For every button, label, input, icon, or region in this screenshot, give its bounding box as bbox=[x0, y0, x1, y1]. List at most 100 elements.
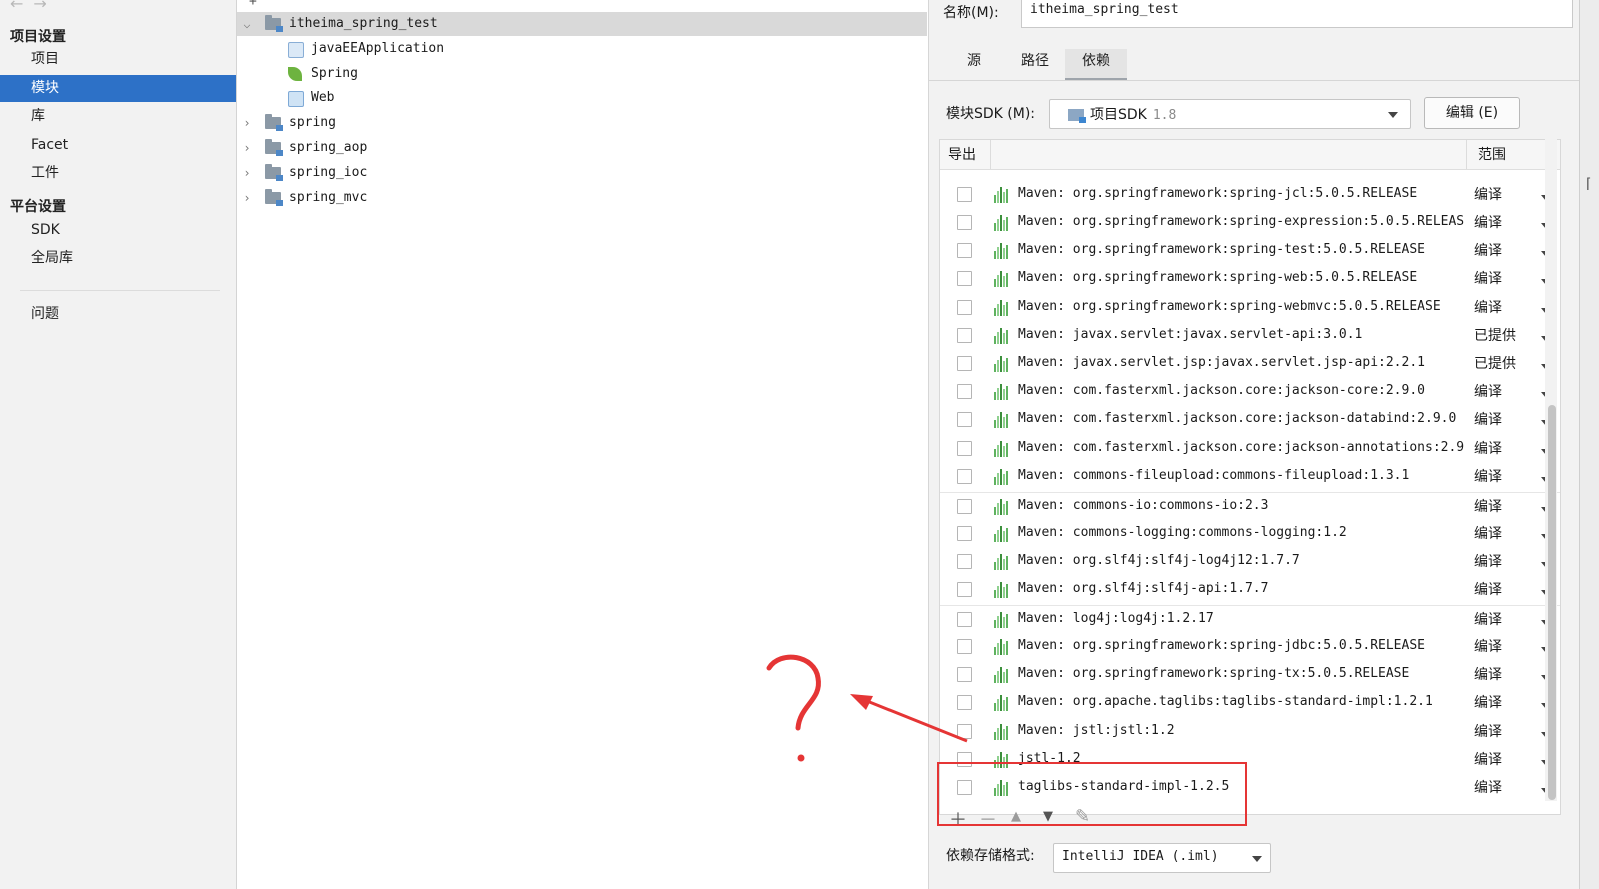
export-checkbox[interactable] bbox=[957, 356, 972, 371]
sidebar-item-artifacts[interactable]: 工件 bbox=[0, 160, 236, 187]
export-checkbox[interactable] bbox=[957, 724, 972, 739]
export-checkbox[interactable] bbox=[957, 469, 972, 484]
export-checkbox[interactable] bbox=[957, 612, 972, 627]
table-scrollbar-thumb[interactable] bbox=[1548, 405, 1556, 800]
chevron-down-icon[interactable] bbox=[1252, 856, 1262, 862]
dependency-scope[interactable]: 编译 bbox=[1474, 297, 1502, 317]
tree-row-javaee-application[interactable]: javaEEApplication bbox=[237, 37, 927, 61]
table-row[interactable]: Maven: log4j:log4j:1.2.17 编译 bbox=[940, 605, 1560, 634]
table-row[interactable]: Maven: javax.servlet:javax.servlet-api:3… bbox=[940, 322, 1560, 350]
table-row[interactable]: Maven: com.fasterxml.jackson.core:jackso… bbox=[940, 435, 1560, 463]
table-row[interactable]: Maven: jstl:jstl:1.2 编译 bbox=[940, 718, 1560, 746]
export-checkbox[interactable] bbox=[957, 526, 972, 541]
export-checkbox[interactable] bbox=[957, 554, 972, 569]
sidebar-item-modules[interactable]: 模块 bbox=[0, 75, 236, 102]
dependency-scope[interactable]: 编译 bbox=[1474, 609, 1502, 629]
tab-paths[interactable]: 路径 bbox=[1009, 49, 1061, 81]
dependency-scope[interactable]: 编译 bbox=[1474, 749, 1502, 769]
dependency-scope[interactable]: 编译 bbox=[1474, 240, 1502, 260]
export-checkbox[interactable] bbox=[957, 328, 972, 343]
export-checkbox[interactable] bbox=[957, 187, 972, 202]
tree-row-spring-aop[interactable]: › spring_aop bbox=[237, 136, 927, 160]
dependency-scope[interactable]: 编译 bbox=[1474, 409, 1502, 429]
dependency-scope[interactable]: 编译 bbox=[1474, 636, 1502, 656]
tree-row-spring-ioc[interactable]: › spring_ioc bbox=[237, 161, 927, 185]
tree-row-spring[interactable]: Spring bbox=[237, 62, 927, 86]
tree-row-spring-mvc[interactable]: › spring_mvc bbox=[237, 186, 927, 210]
dependency-scope[interactable]: 编译 bbox=[1474, 523, 1502, 543]
dependency-scope[interactable]: 编译 bbox=[1474, 268, 1502, 288]
sidebar-item-global-libraries[interactable]: 全局库 bbox=[0, 245, 236, 272]
table-row[interactable]: Maven: org.springframework:spring-tx:5.0… bbox=[940, 661, 1560, 689]
dependency-scope[interactable]: 编译 bbox=[1474, 496, 1502, 516]
table-row[interactable]: Maven: org.springframework:spring-webmvc… bbox=[940, 294, 1560, 322]
export-checkbox[interactable] bbox=[957, 582, 972, 597]
dependency-scope[interactable]: 编译 bbox=[1474, 721, 1502, 741]
table-row[interactable]: Maven: commons-io:commons-io:2.3 编译 bbox=[940, 492, 1560, 521]
dependency-scope[interactable]: 编译 bbox=[1474, 777, 1502, 797]
table-row[interactable]: Maven: org.springframework:spring-jcl:5.… bbox=[940, 181, 1560, 209]
export-checkbox[interactable] bbox=[957, 695, 972, 710]
edit-sdk-button[interactable]: 编辑 (E) bbox=[1424, 97, 1520, 129]
export-checkbox[interactable] bbox=[957, 215, 972, 230]
tab-sources[interactable]: 源 bbox=[951, 49, 997, 81]
table-row[interactable]: Maven: com.fasterxml.jackson.core:jackso… bbox=[940, 406, 1560, 434]
chevron-right-icon[interactable]: › bbox=[241, 136, 253, 160]
table-row[interactable]: Maven: org.apache.taglibs:taglibs-standa… bbox=[940, 689, 1560, 717]
export-checkbox[interactable] bbox=[957, 243, 972, 258]
sidebar-item-libraries[interactable]: 库 bbox=[0, 103, 236, 130]
table-row[interactable]: Maven: org.springframework:spring-expres… bbox=[940, 209, 1560, 237]
sidebar-item-facets[interactable]: Facet bbox=[0, 132, 236, 159]
chevron-right-icon[interactable]: › bbox=[241, 161, 253, 185]
dependency-scope[interactable]: 编译 bbox=[1474, 212, 1502, 232]
dependency-scope[interactable]: 编译 bbox=[1474, 184, 1502, 204]
dependency-scope[interactable]: 编译 bbox=[1474, 579, 1502, 599]
dependency-scope[interactable]: 已提供 bbox=[1474, 353, 1516, 373]
sidebar-item-project[interactable]: 项目 bbox=[0, 46, 236, 73]
chevron-down-icon[interactable] bbox=[1388, 112, 1398, 118]
dependency-scope[interactable]: 已提供 bbox=[1474, 325, 1516, 345]
table-row[interactable]: Maven: org.slf4j:slf4j-log4j12:1.7.7 编译 bbox=[940, 548, 1560, 576]
chevron-down-icon[interactable]: ⌵ bbox=[241, 12, 253, 36]
dependency-scope[interactable]: 编译 bbox=[1474, 551, 1502, 571]
dependency-scope[interactable]: 编译 bbox=[1474, 664, 1502, 684]
forward-arrow-icon[interactable]: → bbox=[33, 0, 46, 13]
tree-row-itheima-spring-test[interactable]: ⌵ itheima_spring_test bbox=[237, 12, 927, 36]
table-row[interactable]: Maven: javax.servlet.jsp:javax.servlet.j… bbox=[940, 350, 1560, 378]
chevron-right-icon[interactable]: › bbox=[241, 186, 253, 210]
table-row[interactable]: Maven: org.springframework:spring-test:5… bbox=[940, 237, 1560, 265]
table-row[interactable]: Maven: org.springframework:spring-jdbc:5… bbox=[940, 633, 1560, 661]
dependency-scope[interactable]: 编译 bbox=[1474, 692, 1502, 712]
tree-row-spring-module[interactable]: › spring bbox=[237, 111, 927, 135]
sidebar-item-problems[interactable]: 问题 bbox=[0, 301, 236, 328]
dependency-name: Maven: org.springframework:spring-expres… bbox=[1018, 214, 1465, 229]
column-header-export[interactable]: 导出 bbox=[948, 144, 976, 164]
table-row[interactable]: Maven: org.slf4j:slf4j-api:1.7.7 编译 bbox=[940, 576, 1560, 604]
table-row[interactable]: Maven: org.springframework:spring-web:5.… bbox=[940, 265, 1560, 293]
export-checkbox[interactable] bbox=[957, 499, 972, 514]
export-checkbox[interactable] bbox=[957, 639, 972, 654]
tab-dependencies[interactable]: 依赖 bbox=[1065, 49, 1127, 81]
table-row[interactable]: Maven: com.fasterxml.jackson.core:jackso… bbox=[940, 378, 1560, 406]
module-name-input[interactable]: itheima_spring_test bbox=[1021, 0, 1573, 28]
storage-format-select[interactable]: IntelliJ IDEA (.iml) bbox=[1053, 843, 1271, 873]
export-checkbox[interactable] bbox=[957, 667, 972, 682]
back-arrow-icon[interactable]: ← bbox=[10, 0, 23, 13]
dependency-scope[interactable]: 编译 bbox=[1474, 466, 1502, 486]
module-sdk-select[interactable]: 项目SDK 1.8 bbox=[1049, 99, 1411, 129]
export-checkbox[interactable] bbox=[957, 412, 972, 427]
chevron-right-icon[interactable]: › bbox=[241, 111, 253, 135]
export-checkbox[interactable] bbox=[957, 271, 972, 286]
export-checkbox[interactable] bbox=[957, 441, 972, 456]
tree-label: itheima_spring_test bbox=[289, 16, 438, 31]
dependency-scope[interactable]: 编译 bbox=[1474, 381, 1502, 401]
dependency-scope[interactable]: 编译 bbox=[1474, 438, 1502, 458]
table-row[interactable]: Maven: commons-logging:commons-logging:1… bbox=[940, 520, 1560, 548]
sidebar-item-sdk[interactable]: SDK bbox=[0, 217, 236, 244]
column-header-scope[interactable]: 范围 bbox=[1478, 144, 1506, 164]
export-checkbox[interactable] bbox=[957, 300, 972, 315]
add-module-icon[interactable]: + bbox=[249, 0, 257, 9]
export-checkbox[interactable] bbox=[957, 384, 972, 399]
tree-row-web[interactable]: Web bbox=[237, 86, 927, 110]
table-row[interactable]: Maven: commons-fileupload:commons-fileup… bbox=[940, 463, 1560, 491]
